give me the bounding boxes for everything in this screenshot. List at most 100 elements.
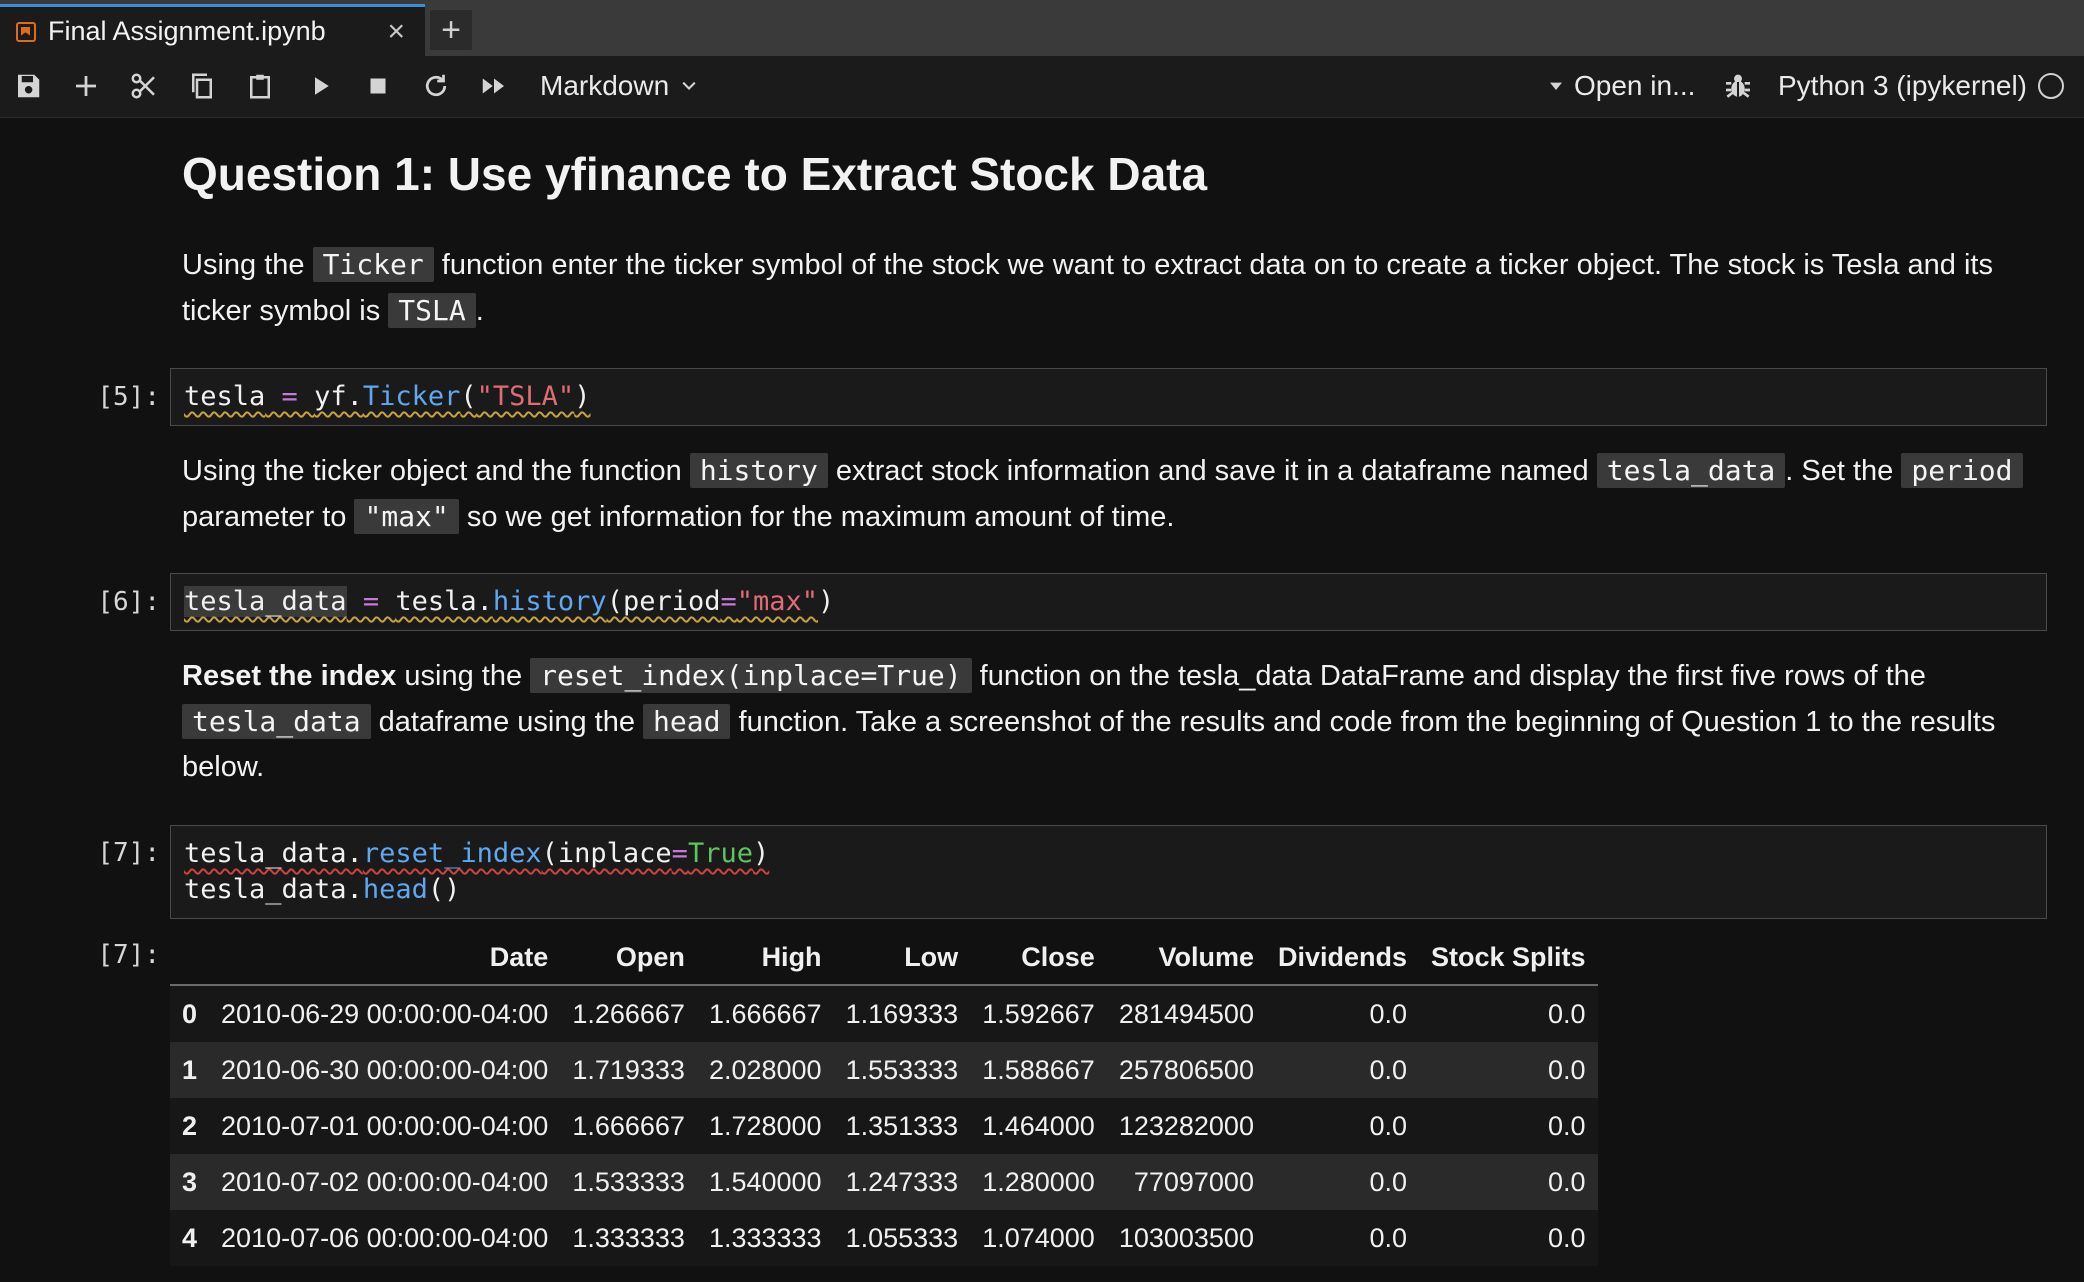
dataframe-output: Date Open High Low Close Volume Dividend… xyxy=(170,930,1598,1266)
inline-code: tesla_data xyxy=(182,704,371,739)
text: parameter to xyxy=(182,501,355,533)
inline-code: "max" xyxy=(354,499,459,534)
table-row: 4 2010-07-06 00:00:00-04:00 1.333333 1.3… xyxy=(170,1210,1598,1266)
markdown-cell-heading[interactable]: Question 1: Use yfinance to Extract Stoc… xyxy=(182,146,2042,202)
text: using the xyxy=(396,660,531,692)
text: Using the xyxy=(182,249,313,281)
table-cell: 123282000 xyxy=(1118,1110,1254,1141)
chevron-down-icon xyxy=(682,81,696,90)
code-token: tesla_data. xyxy=(184,838,363,869)
row-index: 3 xyxy=(182,1166,198,1197)
table-cell: 1.666667 xyxy=(572,1110,685,1141)
inline-code: history xyxy=(689,453,828,488)
table-cell: 2010-07-01 00:00:00-04:00 xyxy=(221,1110,549,1141)
table-cell: 1.533333 xyxy=(572,1166,685,1197)
table-row: 2 2010-07-01 00:00:00-04:00 1.666667 1.7… xyxy=(170,1098,1598,1154)
code-token: ( xyxy=(460,381,477,412)
text: Using the ticker object and the function xyxy=(182,455,690,487)
debugger-bug-icon[interactable] xyxy=(1722,70,1754,102)
kernel-name[interactable]: Python 3 (ipykernel) xyxy=(1778,70,2027,102)
code-cell-5[interactable]: tesla = yf.Ticker("TSLA") xyxy=(170,368,2047,426)
markdown-cell-reset-index[interactable]: Reset the index using the reset_index(in… xyxy=(182,653,2042,790)
table-cell: 0.0 xyxy=(1548,1166,1586,1197)
add-cell-icon[interactable] xyxy=(66,66,106,106)
column-header: High xyxy=(696,930,834,986)
save-icon[interactable] xyxy=(8,66,48,106)
code-token: Ticker xyxy=(362,381,461,412)
table-header-row: Date Open High Low Close Volume Dividend… xyxy=(170,930,1598,986)
cell-prompt: [7]: xyxy=(97,838,160,868)
table-cell: 1.592667 xyxy=(982,998,1095,1029)
table-cell: 0.0 xyxy=(1369,1054,1407,1085)
table-cell: 1.280000 xyxy=(982,1166,1095,1197)
open-in-dropdown[interactable]: Open in... xyxy=(1548,70,1695,102)
code-token: tesla_data. xyxy=(184,874,363,905)
column-header: Close xyxy=(970,930,1107,986)
paste-icon[interactable] xyxy=(240,66,280,106)
text: dataframe using the xyxy=(370,706,644,738)
table-cell: 1.055333 xyxy=(845,1222,959,1253)
code-token: "TSLA" xyxy=(476,381,575,412)
cell-prompt: [6]: xyxy=(97,587,160,617)
inline-code: head xyxy=(643,704,731,739)
table-row: 0 2010-06-29 00:00:00-04:00 1.266667 1.6… xyxy=(170,985,1598,1042)
close-tab-icon[interactable]: × xyxy=(387,15,405,49)
caret-down-icon xyxy=(1550,82,1562,90)
code-token: tesla_data xyxy=(184,586,347,617)
table-cell: 257806500 xyxy=(1118,1054,1254,1085)
tab-final-assignment[interactable]: Final Assignment.ipynb × xyxy=(0,4,425,56)
code-token: (period xyxy=(606,586,721,617)
table-cell: 1.266667 xyxy=(572,998,685,1029)
table-cell: 1.074000 xyxy=(982,1222,1095,1253)
code-token: ) xyxy=(752,838,770,869)
code-token: True xyxy=(687,838,753,869)
column-header: Open xyxy=(560,930,697,986)
code-cell-7[interactable]: tesla_data.reset_index(inplace=True) tes… xyxy=(170,825,2047,919)
code-token: reset_index xyxy=(362,838,542,869)
row-index: 1 xyxy=(182,1054,198,1085)
column-header-index xyxy=(170,930,210,986)
table-cell: 1.247333 xyxy=(845,1166,959,1197)
table-cell: 2010-07-02 00:00:00-04:00 xyxy=(221,1166,549,1197)
code-token: tesla. xyxy=(395,586,493,617)
table-cell: 1.351333 xyxy=(845,1110,959,1141)
run-all-icon[interactable] xyxy=(474,66,514,106)
code-cell-6[interactable]: tesla_data = tesla.history(period="max") xyxy=(170,573,2047,631)
cell-type-dropdown[interactable]: Markdown xyxy=(540,70,699,102)
markdown-cell-history[interactable]: Using the ticker object and the function… xyxy=(182,448,2042,540)
markdown-cell-ticker[interactable]: Using the Ticker function enter the tick… xyxy=(182,242,2042,334)
table-cell: 77097000 xyxy=(1133,1166,1254,1197)
table-cell: 2.028000 xyxy=(708,1054,822,1085)
inline-code: Ticker xyxy=(312,247,434,282)
table-cell: 2010-06-29 00:00:00-04:00 xyxy=(221,998,549,1029)
stop-icon[interactable] xyxy=(358,66,398,106)
code-token: yf. xyxy=(314,381,363,412)
table-cell: 1.169333 xyxy=(845,998,959,1029)
restart-icon[interactable] xyxy=(416,66,456,106)
table-cell: 1.719333 xyxy=(572,1054,685,1085)
text: . xyxy=(475,295,484,327)
row-index: 0 xyxy=(182,998,198,1029)
code-token: history xyxy=(492,586,607,617)
text: extract stock information and save it in… xyxy=(827,455,1597,487)
notebook-toolbar: Markdown Open in... Python 3 (ipykernel) xyxy=(0,56,2084,118)
cut-icon[interactable] xyxy=(124,66,164,106)
code-token: = xyxy=(265,381,315,412)
history-paragraph: Using the ticker object and the function… xyxy=(182,448,2042,540)
copy-icon[interactable] xyxy=(182,66,222,106)
tab-title: Final Assignment.ipynb xyxy=(48,16,326,46)
code-token: ) xyxy=(818,586,835,617)
table-cell: 0.0 xyxy=(1369,1166,1407,1197)
inline-code: reset_index(inplace=True) xyxy=(530,658,972,693)
table-cell: 2010-07-06 00:00:00-04:00 xyxy=(221,1222,549,1253)
table-cell: 1.540000 xyxy=(708,1166,822,1197)
new-tab-button[interactable]: + xyxy=(430,10,472,50)
reset-index-paragraph: Reset the index using the reset_index(in… xyxy=(182,653,2042,790)
column-header: Stock Splits xyxy=(1419,930,1598,986)
table-cell: 2010-06-30 00:00:00-04:00 xyxy=(221,1054,549,1085)
code-token: head xyxy=(362,874,428,905)
table-cell: 1.333333 xyxy=(708,1222,822,1253)
run-icon[interactable] xyxy=(300,66,340,106)
code-token: ) xyxy=(574,381,591,412)
code-token: "max" xyxy=(736,586,819,617)
